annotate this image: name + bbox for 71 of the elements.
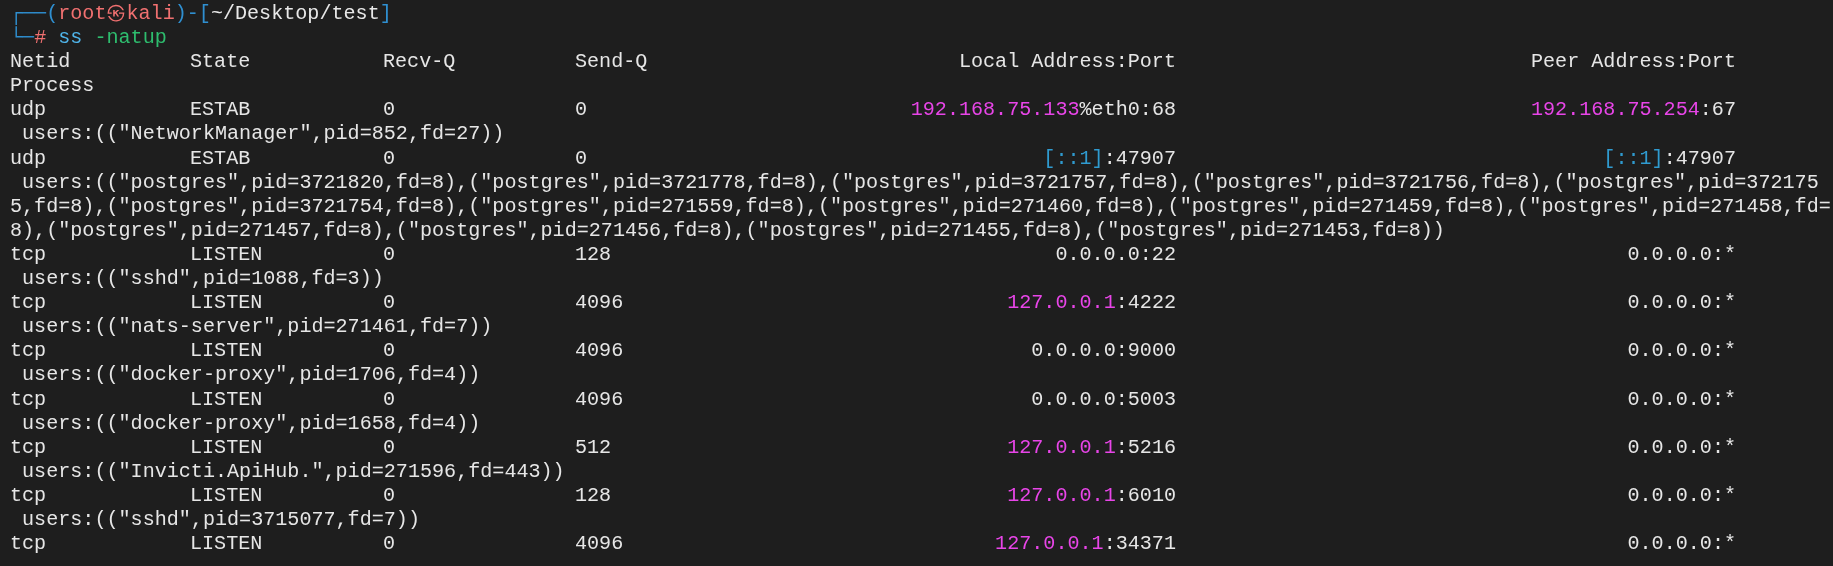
local-address-text: 0.0.0.0:22	[1055, 242, 1176, 268]
recv-queue-text: 0	[383, 483, 396, 508]
column-header: State	[190, 50, 251, 75]
recv-queue-text: 0	[383, 146, 396, 171]
command-line: └─# ss -natup	[10, 26, 167, 51]
send-queue-text: 4096	[575, 532, 624, 557]
peer-address-text: 0.0.0.0:*	[1627, 291, 1736, 316]
process-text: users:(("Invicti.ApiHub.",pid=271596,fd=443))	[21, 459, 566, 484]
send-queue-text: 128	[575, 483, 612, 508]
recv-queue-text: 0	[383, 339, 396, 364]
column-header: Peer Address:Port	[1531, 50, 1736, 75]
recv-queue-text: 0	[383, 532, 396, 557]
local-address-text: 127.0.0.1:5216	[1007, 435, 1176, 460]
state-text: ESTAB	[190, 98, 251, 123]
peer-address-text: 0.0.0.0:*	[1627, 339, 1736, 364]
process-text: users:(("postgres",pid=3721820,fd=8),("postgres",pid=3721778,fd=8),("postgres",pid=3721757,fd=8),("postgres",pid=3721756,fd=8),("postgres",pid=3721755,fd=8),("postgres",pid=3721754,fd=8),("postgres",pid=271559,fd=8),("postgres",pid=271460,fd=8),("postgres",pid=271459,fd=8),("postgres",pid=271458,fd=8),("postgres",pid=271457,fd=8),("postgres",pid=271456,fd=8),("postgres",pid=271455,fd=8),("postgres",pid=271453,fd=8))	[10, 170, 1832, 243]
state-text: ESTAB	[190, 146, 251, 171]
state-text: LISTEN	[190, 435, 263, 460]
netid-text: udp	[10, 98, 47, 123]
netid-text: tcp	[10, 532, 47, 557]
local-address-text: 127.0.0.1:34371	[995, 532, 1176, 557]
recv-queue-text: 0	[383, 98, 396, 123]
send-queue-text: 0	[575, 146, 588, 171]
peer-address-text: 0.0.0.0:*	[1627, 242, 1736, 268]
send-queue-text: 4096	[575, 339, 624, 364]
column-header: Local Address:Port	[958, 50, 1176, 75]
column-header: Netid	[10, 50, 71, 75]
local-address-text: 0.0.0.0:9000	[1031, 339, 1176, 364]
local-address-text: [::1]:47907	[1043, 146, 1176, 171]
column-header: Process	[10, 74, 95, 99]
local-address-text: 0.0.0.0:5003	[1031, 387, 1176, 412]
send-queue-text: 128	[575, 242, 612, 268]
recv-queue-text: 0	[383, 387, 396, 412]
local-address-text: 127.0.0.1:6010	[1007, 483, 1176, 508]
send-queue-text: 4096	[575, 387, 624, 412]
netid-text: udp	[10, 146, 47, 171]
peer-address-text: 0.0.0.0:*	[1627, 435, 1736, 460]
process-text: users:(("nats-server",pid=271461,fd=7))	[21, 315, 494, 340]
netid-text: tcp	[10, 435, 47, 460]
recv-queue-text: 0	[383, 435, 396, 460]
netid-text: tcp	[10, 483, 47, 508]
state-text: LISTEN	[190, 242, 263, 268]
process-text: users:(("NetworkManager",pid=852,fd=27))	[21, 122, 506, 147]
state-text: LISTEN	[190, 291, 263, 316]
process-text: users:(("docker-proxy",pid=1706,fd=4))	[21, 363, 482, 388]
peer-address-text: 192.168.75.254:67	[1531, 98, 1736, 123]
column-header: Recv-Q	[383, 50, 456, 75]
state-text: LISTEN	[190, 532, 263, 557]
netid-text: tcp	[10, 339, 47, 364]
netid-text: tcp	[10, 291, 47, 316]
process-text: users:(("sshd",pid=1088,fd=3))	[21, 267, 385, 292]
send-queue-text: 4096	[575, 291, 624, 316]
recv-queue-text: 0	[383, 291, 396, 316]
send-queue-text: 0	[575, 98, 588, 123]
local-address-text: 192.168.75.133%eth0:68	[910, 98, 1176, 123]
state-text: LISTEN	[190, 387, 263, 412]
column-header: Send-Q	[575, 50, 648, 75]
prompt-line: ┌──(root㉿kali)-[~/Desktop/test]	[10, 2, 392, 27]
peer-address-text: [::1]:47907	[1603, 146, 1736, 171]
process-text: users:(("docker-proxy",pid=1658,fd=4))	[21, 411, 482, 436]
recv-queue-text: 0	[383, 242, 396, 268]
peer-address-text: 0.0.0.0:*	[1627, 483, 1736, 508]
peer-address-text: 0.0.0.0:*	[1627, 387, 1736, 412]
send-queue-text: 512	[575, 435, 612, 460]
state-text: LISTEN	[190, 483, 263, 508]
state-text: LISTEN	[190, 339, 263, 364]
netid-text: tcp	[10, 242, 47, 268]
netid-text: tcp	[10, 387, 47, 412]
process-text: users:(("sshd",pid=3715077,fd=7))	[21, 507, 421, 533]
peer-address-text: 0.0.0.0:*	[1627, 532, 1736, 557]
local-address-text: 127.0.0.1:4222	[1007, 291, 1176, 316]
